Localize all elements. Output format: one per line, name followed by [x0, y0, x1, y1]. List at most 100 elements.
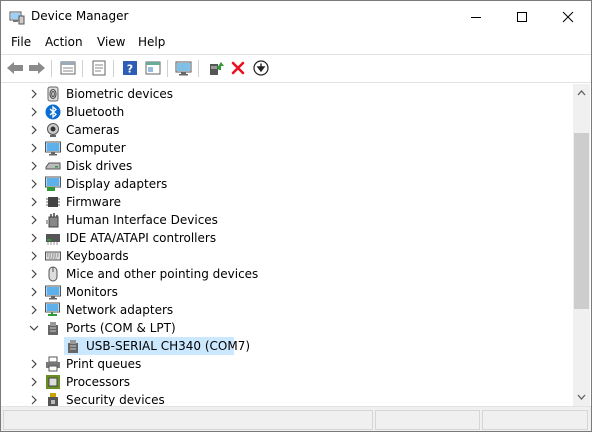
display-adapter-icon	[45, 176, 61, 191]
show-hidden-button[interactable]	[143, 58, 163, 78]
properties-icon	[92, 60, 106, 76]
svg-text:?: ?	[127, 63, 133, 76]
minimize-icon	[471, 16, 481, 18]
menu-file[interactable]: File	[11, 35, 31, 49]
close-button[interactable]	[545, 1, 591, 32]
network-adapter-icon	[45, 302, 60, 316]
chevron-right-icon[interactable]	[28, 124, 40, 136]
chevron-right-icon[interactable]	[28, 376, 40, 388]
maximize-icon	[517, 11, 527, 22]
update-driver-button[interactable]	[206, 58, 226, 78]
status-pane	[482, 410, 588, 430]
scan-hardware-button[interactable]	[174, 58, 194, 78]
tree-item-firmware[interactable]: Firmware	[6, 193, 566, 211]
chevron-right-icon[interactable]	[28, 214, 40, 226]
device-manager-window: Device Manager File Action View Help ? B…	[0, 0, 592, 432]
computer-icon	[45, 141, 61, 156]
back-button[interactable]	[5, 58, 25, 78]
toolbar: ?	[1, 54, 591, 83]
toolbar-separator	[82, 60, 83, 77]
toolbar-separator	[167, 60, 168, 77]
uninstall-device-button[interactable]	[228, 58, 248, 78]
hid-icon	[46, 213, 59, 228]
printer-icon	[46, 356, 60, 372]
device-tree: Biometric devices Bluetooth Cameras Comp…	[6, 84, 573, 406]
chevron-right-icon[interactable]	[28, 160, 40, 172]
menu-action[interactable]: Action	[45, 35, 83, 49]
back-icon	[7, 62, 23, 74]
chevron-right-icon[interactable]	[28, 196, 40, 208]
tree-item-label: Network adapters	[66, 303, 174, 317]
chevron-down-icon[interactable]	[28, 322, 40, 334]
vertical-scrollbar[interactable]	[573, 84, 590, 406]
disable-device-button[interactable]	[251, 58, 271, 78]
tree-item-mice[interactable]: Mice and other pointing devices	[6, 265, 566, 283]
properties-list-icon	[60, 61, 76, 75]
camera-icon	[47, 123, 59, 137]
security-device-icon	[48, 393, 58, 406]
chevron-right-icon[interactable]	[28, 394, 40, 406]
window-title: Device Manager	[31, 9, 129, 23]
maximize-button[interactable]	[499, 1, 545, 32]
tree-item-print-queues[interactable]: Print queues	[6, 355, 566, 373]
chevron-right-icon[interactable]	[28, 358, 40, 370]
chevron-right-icon[interactable]	[28, 304, 40, 316]
toolbar-separator	[198, 60, 199, 77]
menu-view[interactable]: View	[97, 35, 125, 49]
ide-controller-icon	[46, 234, 60, 245]
scroll-down-icon[interactable]	[577, 394, 586, 400]
chevron-right-icon[interactable]	[28, 106, 40, 118]
tree-item-label: Computer	[66, 141, 126, 155]
forward-button[interactable]	[27, 58, 47, 78]
menu-bar: File Action View Help	[1, 32, 591, 52]
tree-item-usb-serial-ch340[interactable]: USB-SERIAL CH340 (COM7)	[6, 337, 566, 355]
help-button[interactable]: ?	[120, 58, 140, 78]
tree-item-disk-drives[interactable]: Disk drives	[6, 157, 566, 175]
chevron-right-icon[interactable]	[28, 250, 40, 262]
minimize-button[interactable]	[453, 1, 499, 32]
chevron-right-icon[interactable]	[28, 88, 40, 100]
tree-item-monitors[interactable]: Monitors	[6, 283, 566, 301]
forward-icon	[29, 62, 45, 74]
tree-item-label: Biometric devices	[66, 87, 174, 101]
status-pane	[3, 410, 373, 430]
help-icon: ?	[123, 61, 137, 76]
tree-item-human-interface-devices[interactable]: Human Interface Devices	[6, 211, 566, 229]
tree-item-label: Firmware	[66, 195, 121, 209]
tree-item-display-adapters[interactable]: Display adapters	[6, 175, 566, 193]
tree-item-security-devices[interactable]: Security devices	[6, 391, 566, 406]
menu-help[interactable]: Help	[138, 35, 165, 49]
toolbar-separator	[113, 60, 114, 77]
tree-item-ide-controllers[interactable]: IDE ATA/ATAPI controllers	[6, 229, 566, 247]
tree-item-ports[interactable]: Ports (COM & LPT)	[6, 319, 566, 337]
tree-item-biometric-devices[interactable]: Biometric devices	[6, 85, 566, 103]
tree-item-label: IDE ATA/ATAPI controllers	[66, 231, 217, 245]
properties-button[interactable]	[89, 58, 109, 78]
chip-icon	[46, 197, 60, 207]
show-hidden-icon	[145, 61, 161, 75]
tree-item-keyboards[interactable]: Keyboards	[6, 247, 566, 265]
chevron-right-icon[interactable]	[28, 142, 40, 154]
tree-item-processors[interactable]: Processors	[6, 373, 566, 391]
tree-item-label: Print queues	[66, 357, 142, 371]
chevron-right-icon[interactable]	[28, 178, 40, 190]
scrollbar-thumb[interactable]	[574, 133, 589, 309]
close-icon	[562, 11, 574, 22]
properties-list-button[interactable]	[58, 58, 78, 78]
tree-item-bluetooth[interactable]: Bluetooth	[6, 103, 566, 121]
chevron-right-icon[interactable]	[28, 286, 40, 298]
scroll-up-icon[interactable]	[577, 90, 586, 96]
tree-item-network-adapters[interactable]: Network adapters	[6, 301, 566, 319]
status-bar	[1, 406, 591, 431]
chevron-right-icon[interactable]	[28, 268, 40, 280]
tree-item-computer[interactable]: Computer	[6, 139, 566, 157]
tree-item-label: Cameras	[66, 123, 120, 137]
tree-item-cameras[interactable]: Cameras	[6, 121, 566, 139]
status-pane	[375, 410, 480, 430]
port-icon	[48, 322, 58, 335]
tree-item-label: Security devices	[66, 393, 165, 406]
disable-icon	[253, 60, 269, 76]
chevron-right-icon[interactable]	[28, 232, 40, 244]
update-driver-icon	[210, 62, 224, 75]
tree-item-label: Monitors	[66, 285, 118, 299]
